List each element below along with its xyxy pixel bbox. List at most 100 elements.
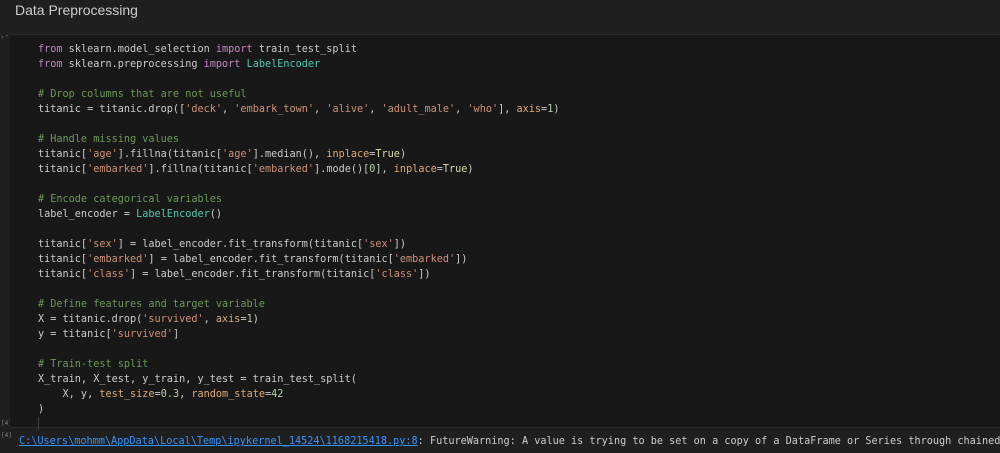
code-token-identifier: ]) bbox=[393, 239, 407, 250]
code-line[interactable] bbox=[38, 222, 559, 237]
code-token-comment: # Train-test split bbox=[38, 359, 149, 370]
code-token-identifier: X, y, bbox=[38, 389, 100, 400]
code-token-identifier: , bbox=[314, 104, 327, 115]
code-line[interactable]: titanic['embarked'] = label_encoder.fit_… bbox=[38, 252, 559, 267]
code-token-identifier: ) bbox=[553, 104, 560, 115]
code-token-identifier: ].fillna(titanic[ bbox=[117, 149, 223, 160]
code-line[interactable]: # Drop columns that are not useful bbox=[38, 87, 559, 102]
code-token-constant: True bbox=[375, 149, 400, 160]
code-line[interactable]: titanic = titanic.drop(['deck', 'embark_… bbox=[38, 102, 559, 117]
code-token-parameter: test_size bbox=[99, 389, 155, 400]
code-token-identifier: y = titanic[ bbox=[38, 329, 112, 340]
code-line[interactable]: titanic['age'].fillna(titanic['age'].med… bbox=[38, 147, 559, 162]
code-line[interactable] bbox=[38, 342, 559, 357]
code-line[interactable]: y = titanic['survived'] bbox=[38, 327, 559, 342]
code-line[interactable]: # Handle missing values bbox=[38, 132, 559, 147]
code-line[interactable]: X, y, test_size=0.3, random_state=42 bbox=[38, 387, 559, 402]
code-line[interactable]: X = titanic.drop('survived', axis=1) bbox=[38, 312, 559, 327]
code-token-comment: # Encode categorical variables bbox=[38, 194, 223, 205]
code-token-string: 'embarked' bbox=[87, 254, 149, 265]
code-token-identifier: sklearn.preprocessing bbox=[62, 59, 204, 70]
code-token-string: 'alive' bbox=[326, 104, 370, 115]
code-line[interactable]: ) bbox=[38, 402, 559, 417]
code-token-string: 'sex' bbox=[363, 239, 394, 250]
code-token-identifier: sklearn.model_selection bbox=[62, 44, 216, 55]
warning-message: : FutureWarning: A value is trying to be… bbox=[417, 436, 1000, 447]
markdown-heading: Data Preprocessing bbox=[15, 2, 138, 18]
code-token-identifier: ], bbox=[375, 164, 394, 175]
code-token-identifier: , bbox=[203, 314, 216, 325]
code-token-identifier: titanic[ bbox=[38, 149, 88, 160]
code-token-identifier: ) bbox=[467, 164, 474, 175]
code-token-identifier: () bbox=[209, 209, 223, 220]
code-token-identifier: ].mode()[ bbox=[314, 164, 370, 175]
code-line[interactable]: # Encode categorical variables bbox=[38, 192, 559, 207]
code-line[interactable]: titanic[ 'sex'] = label_encoder.fit_trans… bbox=[38, 237, 559, 252]
code-token-identifier: titanic[ bbox=[38, 164, 88, 175]
code-line[interactable]: titanic['class'] = label_encoder.fit_tra… bbox=[38, 267, 559, 282]
code-lines[interactable]: from sklearn.model_selection import trai… bbox=[38, 42, 559, 417]
code-token-string: 'survived' bbox=[142, 314, 204, 325]
code-token-identifier: ) bbox=[399, 149, 407, 160]
code-line[interactable]: X_train, X_test, y_train, y_test = train… bbox=[38, 372, 559, 387]
code-line[interactable]: # Define features and target variable bbox=[38, 297, 559, 312]
code-line[interactable] bbox=[38, 177, 559, 192]
code-token-identifier: label_encoder = bbox=[38, 209, 137, 220]
code-token-string: 'class' bbox=[87, 269, 131, 280]
code-token-number: 42 bbox=[271, 389, 284, 400]
code-line[interactable] bbox=[38, 72, 559, 87]
code-token-class-name: LabelEncoder bbox=[136, 209, 210, 220]
code-token-identifier: titanic[ bbox=[38, 239, 88, 250]
code-token-identifier: ].median(), bbox=[252, 149, 327, 160]
code-token-comment: # Drop columns that are not useful bbox=[38, 89, 247, 100]
code-token-parameter: random_state bbox=[191, 389, 265, 400]
code-token-keyword: from bbox=[38, 59, 63, 70]
code-token-comment: # Define features and target variable bbox=[38, 299, 265, 310]
code-token-string: 'age' bbox=[87, 149, 118, 160]
code-token-string: 'who' bbox=[467, 104, 499, 115]
code-token-identifier: ) bbox=[252, 314, 259, 325]
code-token-parameter: axis bbox=[516, 104, 542, 115]
code-token-identifier: ] = label_encoder.fit_transform(titanic[ bbox=[130, 269, 376, 280]
output-text: C:\Users\mohmm\AppData\Local\Temp\ipyker… bbox=[19, 435, 1000, 449]
collapse-dash-icon[interactable]: - bbox=[5, 32, 9, 40]
code-token-parameter: axis bbox=[215, 314, 241, 325]
code-token-keyword: from bbox=[38, 44, 63, 55]
code-token-identifier: ], bbox=[498, 104, 517, 115]
code-token-string: 'embarked' bbox=[393, 254, 456, 265]
collapse-chevron-icon[interactable]: › bbox=[1, 33, 4, 41]
code-line[interactable]: label_encoder = LabelEncoder() bbox=[38, 207, 559, 222]
code-token-identifier: , bbox=[455, 104, 468, 115]
code-token-identifier: X_train, X_test, y_train, y_test = train… bbox=[38, 374, 357, 385]
code-token-identifier: X = titanic.drop( bbox=[38, 314, 143, 325]
code-token-parameter: inplace bbox=[326, 149, 370, 160]
code-token-identifier: ]) bbox=[418, 269, 431, 280]
code-token-identifier: ].fillna(titanic[ bbox=[148, 164, 253, 175]
code-token-identifier: ] = label_encoder.fit_transform(titanic[ bbox=[148, 254, 394, 265]
code-token-string: 'embark_town' bbox=[234, 104, 315, 115]
code-token-keyword: import bbox=[203, 59, 241, 70]
code-token-identifier: ] bbox=[172, 329, 180, 340]
code-token-identifier: ] = label_encoder.fit_transform(titanic[ bbox=[117, 239, 364, 250]
code-token-identifier: ]) bbox=[455, 254, 468, 265]
code-line[interactable] bbox=[38, 282, 559, 297]
code-line[interactable]: titanic['embarked'].fillna(titanic['emba… bbox=[38, 162, 559, 177]
cell-output: [4] C:\Users\mohmm\AppData\Local\Temp\ip… bbox=[0, 430, 1000, 453]
code-token-identifier: titanic[ bbox=[38, 254, 88, 265]
code-token-parameter: inplace bbox=[393, 164, 437, 175]
traceback-file-link[interactable]: C:\Users\mohmm\AppData\Local\Temp\ipyker… bbox=[19, 436, 418, 447]
cell-gutter: › - [4] bbox=[0, 30, 12, 430]
code-cell-editor[interactable]: from sklearn.model_selection import trai… bbox=[10, 34, 1000, 432]
code-token-identifier: , bbox=[222, 104, 235, 115]
code-line[interactable]: from sklearn.model_selection import trai… bbox=[38, 42, 559, 57]
code-token-class-name: LabelEncoder bbox=[246, 59, 321, 70]
code-line[interactable] bbox=[38, 117, 559, 132]
code-token-string: 'class' bbox=[375, 269, 419, 280]
code-token-string: 'adult_male' bbox=[381, 104, 456, 115]
code-token-identifier: train_test_split bbox=[252, 44, 357, 55]
code-token-string: 'age' bbox=[222, 149, 253, 160]
code-line[interactable]: from sklearn.preprocessing import LabelE… bbox=[38, 57, 559, 72]
code-token-string: 'survived' bbox=[111, 329, 173, 340]
code-line[interactable]: # Train-test split bbox=[38, 357, 559, 372]
code-token-string: 'deck' bbox=[185, 104, 223, 115]
